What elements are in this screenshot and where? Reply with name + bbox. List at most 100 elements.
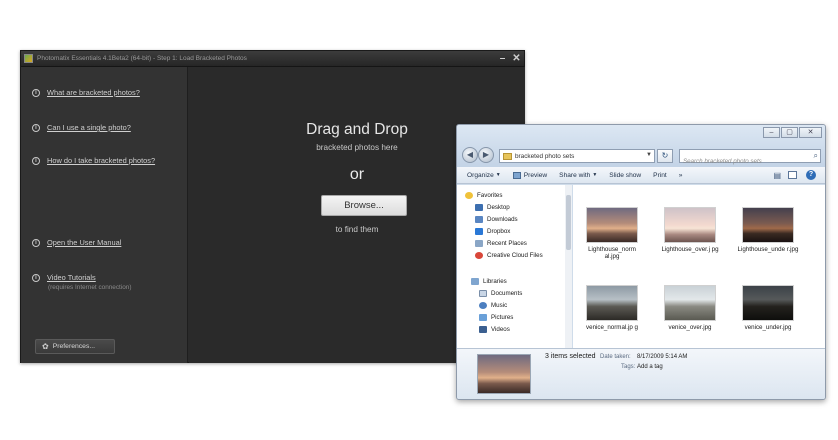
print-label: Print [653,171,667,179]
nav-label: Desktop [487,204,510,211]
nav-label: Creative Cloud Files [487,252,543,259]
link-single-photo[interactable]: i Can I use a single photo? [32,123,131,132]
help-sidebar: i What are bracketed photos? i Can I use… [21,67,188,363]
file-item[interactable]: venice_over.jpg [659,285,721,331]
forward-button[interactable]: ▶ [478,147,494,163]
more-label: » [678,171,683,179]
gear-icon: ✿ [42,341,49,351]
nav-label: Videos [491,326,510,333]
file-item[interactable]: Lighthouse_unde r.jpg [737,207,799,253]
thumbnail-image [586,207,638,243]
nav-downloads[interactable]: Downloads [475,216,518,223]
link-what-are-bracketed-photos[interactable]: i What are bracketed photos? [32,88,140,97]
explorer-window: – ▢ ✕ ◀ ▶ bracketed photo sets ▼ ↻ Searc… [456,124,826,400]
maximize-button[interactable]: ▢ [781,127,798,138]
slide-show-button[interactable]: Slide show [609,172,641,179]
recent-places-icon [475,240,483,247]
address-bar[interactable]: bracketed photo sets ▼ [499,149,655,163]
print-button[interactable]: Print [653,172,667,179]
file-name: Lighthouse_over.j pg [661,246,719,253]
nav-label: Downloads [487,216,518,223]
scrollbar-thumb[interactable] [566,195,571,250]
link-label[interactable]: How do I take bracketed photos? [47,156,155,165]
nav-documents[interactable]: Documents [479,290,522,297]
videos-icon [479,326,487,333]
nav-dropbox[interactable]: Dropbox [475,228,510,235]
preferences-button[interactable]: ✿ Preferences... [35,339,115,354]
close-button[interactable]: ✕ [510,52,523,65]
thumbnail-image [586,285,638,321]
file-list: Lighthouse_norm al.jpg Lighthouse_over.j… [573,185,825,348]
link-label[interactable]: What are bracketed photos? [47,88,140,97]
selection-count: 3 items selected [545,353,596,360]
back-button[interactable]: ◀ [462,147,478,163]
minimize-button[interactable]: – [496,52,509,65]
file-name: Lighthouse_unde r.jpg [737,246,799,253]
info-icon: i [32,88,40,97]
file-item[interactable]: venice_normal.jp g [581,285,643,331]
link-label[interactable]: Open the User Manual [47,238,121,247]
share-with-menu[interactable]: Share with ▼ [559,172,597,179]
organize-menu[interactable]: Organize ▼ [467,172,501,179]
command-bar: Organize ▼ Preview Share with ▼ Slide sh… [457,167,825,184]
nav-recent-places[interactable]: Recent Places [475,240,527,247]
search-input[interactable]: Search bracketed photo sets ⌕ [679,149,821,165]
details-pane: 3 items selected Date taken: 8/17/2009 5… [457,348,825,399]
tags-field[interactable]: Add a tag [637,364,663,370]
search-placeholder: Search bracketed photo sets [683,158,762,165]
nav-scrollbar[interactable] [565,185,572,348]
nav-desktop[interactable]: Desktop [475,204,510,211]
date-taken-label: Date taken: [600,354,631,360]
view-options-icon[interactable]: ▤ [773,171,781,180]
nav-videos[interactable]: Videos [479,326,510,333]
file-name: Lighthouse_norm al.jpg [588,246,636,261]
organize-label: Organize [467,171,494,179]
minimize-button[interactable]: – [763,127,780,138]
close-button[interactable]: ✕ [799,127,822,138]
link-label[interactable]: Video Tutorials [47,273,96,282]
creative-cloud-icon [475,252,483,259]
link-take-bracketed-photos[interactable]: i How do I take bracketed photos? [32,156,155,165]
info-icon: i [32,123,40,132]
explorer-frame: – ▢ ✕ ◀ ▶ bracketed photo sets ▼ ↻ Searc… [457,125,825,167]
nav-creative-cloud[interactable]: Creative Cloud Files [475,252,543,259]
info-icon: i [32,273,40,282]
share-with-label: Share with [559,171,591,179]
title-bar: Photomatix Essentials 4.1Beta2 (64-bit) … [21,51,524,67]
preview-icon [512,171,521,179]
browse-button[interactable]: Browse... [321,195,407,216]
nav-libraries[interactable]: Libraries [471,278,507,285]
search-icon[interactable]: ⌕ [814,151,818,161]
nav-favorites[interactable]: Favorites [465,192,502,199]
link-user-manual[interactable]: i Open the User Manual [32,238,121,247]
file-item[interactable]: Lighthouse_norm al.jpg [581,207,643,261]
help-icon[interactable]: ? [806,170,816,180]
more-commands-button[interactable]: » [679,172,683,179]
preview-pane-icon[interactable] [788,171,797,179]
refresh-button[interactable]: ↻ [657,149,673,163]
address-path: bracketed photo sets [515,152,575,160]
preview-button[interactable]: Preview [512,171,548,179]
chevron-down-icon: ▼ [495,172,501,178]
info-icon: i [32,156,40,165]
thumbnail-image [742,285,794,321]
dropbox-icon [475,228,483,235]
chevron-down-icon[interactable]: ▼ [646,152,652,158]
documents-icon [479,290,487,297]
nav-pictures[interactable]: Pictures [479,314,513,321]
link-video-tutorials[interactable]: i Video Tutorials [32,273,96,282]
file-item[interactable]: venice_under.jpg [737,285,799,331]
details-thumbnail [477,354,531,394]
preferences-label: Preferences... [52,343,96,350]
link-label[interactable]: Can I use a single photo? [47,123,131,132]
nav-music[interactable]: Music [479,302,507,309]
info-icon: i [32,238,40,247]
thumbnail-image [664,207,716,243]
tags-label: Tags: [621,364,636,370]
file-item[interactable]: Lighthouse_over.j pg [659,207,721,253]
nav-label: Pictures [491,314,514,321]
folder-icon [503,152,512,160]
preview-label: Preview [523,171,548,179]
pictures-icon [479,314,487,321]
nav-label: Documents [491,290,523,297]
